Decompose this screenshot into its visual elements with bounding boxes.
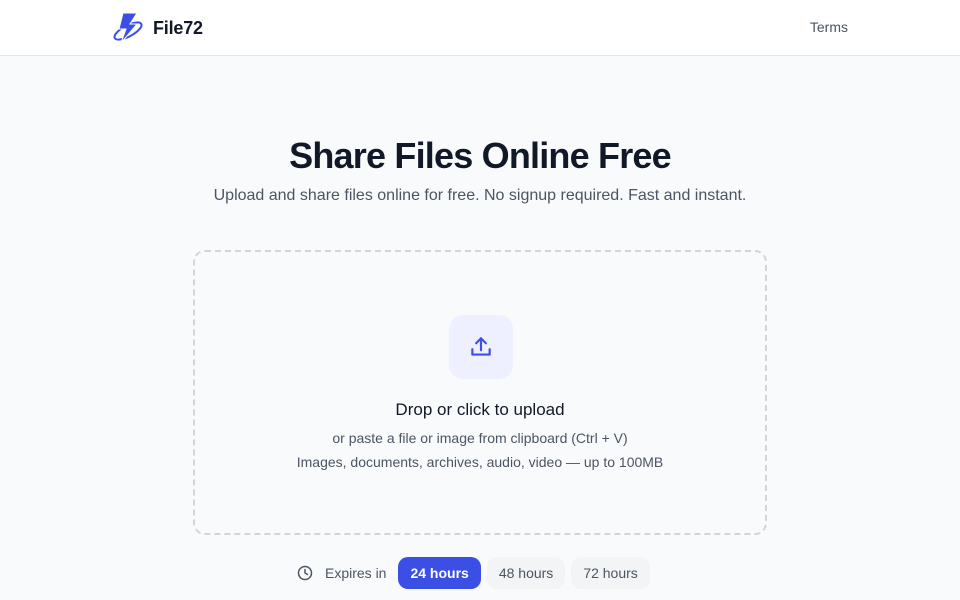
dropzone-title: Drop or click to upload bbox=[395, 400, 565, 419]
top-navbar: File72 Terms bbox=[0, 0, 960, 56]
expiry-label: Expires in bbox=[325, 565, 387, 581]
upload-dropzone[interactable]: Drop or click to upload or paste a file … bbox=[193, 250, 767, 535]
page-title: Share Files Online Free bbox=[289, 135, 672, 176]
dropzone-file-types: Images, documents, archives, audio, vide… bbox=[296, 454, 664, 470]
expiry-72h-button[interactable]: 72 hours bbox=[571, 557, 650, 589]
page-subtitle: Upload and share files online for free. … bbox=[213, 187, 747, 204]
expiry-24h-button[interactable]: 24 hours bbox=[398, 557, 481, 589]
brand-link[interactable]: File72 bbox=[111, 11, 203, 45]
lightning-logo-icon bbox=[113, 12, 143, 44]
dropzone-paste-hint: or paste a file or image from clipboard … bbox=[332, 430, 628, 446]
upload-icon-badge bbox=[449, 315, 513, 379]
clock-icon bbox=[297, 565, 313, 581]
terms-link[interactable]: Terms bbox=[810, 19, 848, 35]
brand-name: File72 bbox=[153, 17, 203, 38]
expiry-selector: Expires in 24 hours 48 hours 72 hours bbox=[297, 557, 656, 589]
upload-icon bbox=[471, 337, 491, 356]
expiry-48h-button[interactable]: 48 hours bbox=[486, 557, 566, 589]
